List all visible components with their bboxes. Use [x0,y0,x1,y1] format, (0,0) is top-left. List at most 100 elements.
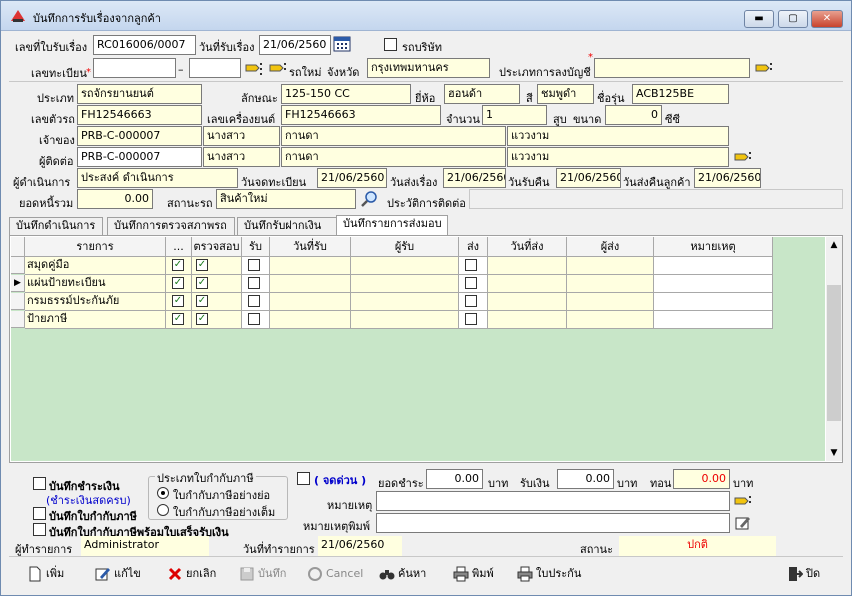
contact-lookup-icon[interactable] [734,150,752,166]
history-label[interactable]: ประวัติการติดต่อ [387,194,466,212]
invoice-button[interactable]: ใบประกัน [517,560,581,588]
cell-receiver[interactable] [351,257,459,275]
contact-lastname-field[interactable]: แววงาม [507,147,729,167]
grid-checkbox[interactable]: ✓ [172,295,184,307]
receive-date-field[interactable]: 21/06/2560 [259,35,331,55]
cell-sender[interactable] [567,311,654,329]
change-amount-field[interactable]: 0.00 [673,469,730,489]
cell-recv[interactable] [242,275,270,293]
col-send-date-header[interactable]: วันที่ส่ง [488,237,567,257]
plate-number-field[interactable] [189,58,241,78]
cell-recv-date[interactable] [270,293,351,311]
col-dots-header[interactable]: ... [166,237,192,257]
brand-field[interactable]: ฮอนด้า [444,84,520,104]
owner-firstname-field[interactable]: กานดา [281,126,506,146]
cell-send[interactable] [459,257,488,275]
reg-date-field[interactable]: 21/06/2560 [317,168,387,188]
cell-sender[interactable] [567,293,654,311]
urgent-checkbox[interactable] [297,472,310,485]
cell-sender[interactable] [567,257,654,275]
cell-note[interactable] [654,293,773,311]
cell-item[interactable]: ป้ายภาษี [25,311,166,329]
owner-title-field[interactable]: นางสาว [203,126,280,146]
grid-checkbox[interactable]: ✓ [172,259,184,271]
processor-field[interactable]: ประสงค์ ดำเนินการ [77,168,238,188]
cell-send-date[interactable] [488,311,567,329]
minimize-button[interactable]: ▬ [744,10,774,28]
recv-amount-field[interactable]: 0.00 [557,469,614,489]
tax-invoice-receipt-checkbox[interactable] [33,523,46,536]
account-type-field[interactable] [594,58,750,78]
col-note-header[interactable]: หมายเหตุ [654,237,773,257]
owner-lastname-field[interactable]: แววงาม [507,126,729,146]
close-window-button[interactable]: ✕ [811,10,843,28]
pay-record-checkbox[interactable] [33,477,46,490]
tab-inspection[interactable]: บันทึกการตรวจสภาพรถ [107,217,235,235]
cell-dots[interactable]: ✓ [166,257,192,275]
cancel-doc-button[interactable]: ยกเลิก [167,560,216,588]
grid-checkbox[interactable] [248,295,260,307]
pay-amount-field[interactable]: 0.00 [426,469,483,489]
scroll-down-icon[interactable]: ▼ [826,445,842,461]
color-field[interactable]: ชมพูดำ [537,84,594,104]
add-button[interactable]: เพิ่ม [27,560,64,588]
cell-recv-date[interactable] [270,257,351,275]
row-indicator[interactable] [11,257,25,274]
doc-number-field[interactable]: RC016006/0007 [93,35,196,55]
cell-recv[interactable] [242,257,270,275]
car-model-field[interactable]: 125-150 CC [281,84,411,104]
cell-check[interactable]: ✓ [192,311,242,329]
submodel-field[interactable]: ACB125BE [632,84,729,104]
grid-checkbox[interactable] [248,277,260,289]
grid-checkbox[interactable] [465,277,477,289]
cell-receiver[interactable] [351,293,459,311]
tax-invoice-checkbox[interactable] [33,507,46,520]
cell-dots[interactable]: ✓ [166,311,192,329]
scroll-up-icon[interactable]: ▲ [826,237,842,253]
new-car-lookup-icon[interactable] [269,61,287,77]
col-receiver-header[interactable]: ผู้รับ [351,237,459,257]
col-recv-date-header[interactable]: วันที่รับ [270,237,351,257]
col-send-header[interactable]: ส่ง [459,237,488,257]
edit-button[interactable]: แก้ไข [95,560,141,588]
grid-checkbox[interactable]: ✓ [172,277,184,289]
grid-checkbox[interactable]: ✓ [172,313,184,325]
print-note-field[interactable] [376,513,730,533]
cell-dots[interactable]: ✓ [166,275,192,293]
row-indicator[interactable] [11,311,25,328]
size-field[interactable]: 0 [605,105,662,125]
close-button[interactable]: ปิด [787,560,820,588]
cell-check[interactable]: ✓ [192,275,242,293]
cell-send[interactable] [459,293,488,311]
note-lookup-icon[interactable] [734,494,752,510]
cell-check[interactable]: ✓ [192,293,242,311]
grid-checkbox[interactable]: ✓ [196,313,208,325]
grid-checkbox[interactable]: ✓ [196,277,208,289]
chassis-field[interactable]: FH12546663 [77,105,202,125]
contact-firstname-field[interactable]: กานดา [281,147,506,167]
grid-checkbox[interactable]: ✓ [196,259,208,271]
cell-send[interactable] [459,275,488,293]
cell-item[interactable]: กรมธรรม์ประกันภัย [25,293,166,311]
full-invoice-radio[interactable] [157,504,169,516]
magnifier-icon[interactable] [361,191,379,207]
col-sender-header[interactable]: ผู้ส่ง [567,237,654,257]
cell-item[interactable]: แผ่นป้ายทะเบียน [25,275,166,293]
return-date-field[interactable]: 21/06/2560 [694,168,761,188]
cell-receiver[interactable] [351,275,459,293]
grid-checkbox[interactable] [248,259,260,271]
search-button[interactable]: ค้นหา [379,560,426,588]
calendar-icon[interactable] [333,36,351,52]
grid-checkbox[interactable] [248,313,260,325]
receive-back-field[interactable]: 21/06/2560 [556,168,621,188]
grid-checkbox[interactable] [465,295,477,307]
cancel-button[interactable]: Cancel [307,560,363,588]
owner-code-field[interactable]: PRB-C-000007 [77,126,202,146]
cell-dots[interactable]: ✓ [166,293,192,311]
company-car-checkbox[interactable] [384,38,397,51]
qty-field[interactable]: 1 [482,105,547,125]
cell-recv[interactable] [242,311,270,329]
row-indicator[interactable] [11,293,25,310]
province-field[interactable]: กรุงเทพมหานคร [367,58,490,78]
cell-recv-date[interactable] [270,275,351,293]
